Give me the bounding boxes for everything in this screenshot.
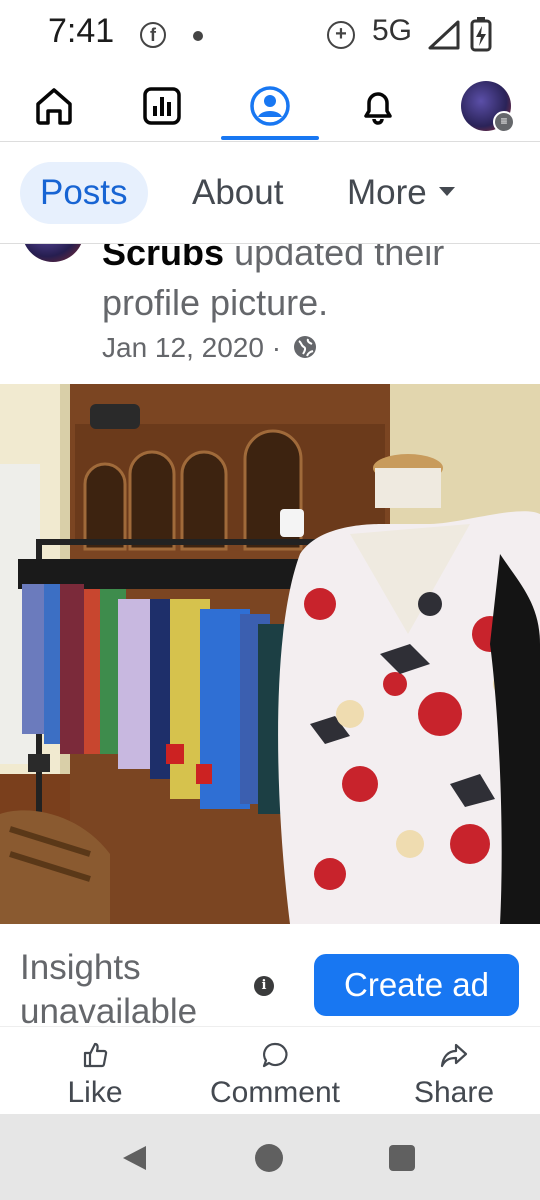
post-author-avatar[interactable] bbox=[22, 244, 84, 262]
home-icon[interactable] bbox=[24, 78, 84, 134]
post-author-name[interactable]: Scrubs bbox=[102, 244, 224, 273]
tab-more-label: More bbox=[347, 173, 427, 212]
home-circle-icon[interactable] bbox=[255, 1144, 283, 1172]
profile-icon[interactable] bbox=[240, 78, 300, 134]
thumbs-up-icon bbox=[83, 1042, 108, 1068]
tab-more[interactable]: More bbox=[327, 162, 475, 224]
menu-badge-icon: ≡ bbox=[493, 111, 515, 133]
account-avatar[interactable]: ≡ bbox=[456, 78, 516, 134]
network-type: 5G bbox=[372, 14, 413, 47]
caret-down-icon bbox=[438, 187, 455, 197]
share-arrow-icon bbox=[440, 1043, 468, 1068]
profile-tabs: Posts About More bbox=[0, 142, 540, 244]
comment-button[interactable]: Comment bbox=[200, 1041, 350, 1110]
post-actions: Like Comment Share bbox=[0, 1026, 540, 1114]
status-time: 7:41 bbox=[48, 12, 115, 50]
insights-bar: Insights unavailable i Create ad bbox=[0, 924, 540, 1026]
comment-bubble-icon bbox=[262, 1042, 288, 1068]
info-icon[interactable]: i bbox=[254, 976, 274, 996]
share-label: Share bbox=[413, 1076, 495, 1109]
facebook-notification-icon: f bbox=[140, 22, 166, 48]
data-saver-icon: + bbox=[327, 21, 355, 49]
battery-charging-icon bbox=[470, 17, 492, 52]
insights-status: Insights unavailable bbox=[20, 948, 198, 1026]
post-photo[interactable] bbox=[0, 384, 540, 924]
post-action-text-line2: profile picture. bbox=[102, 282, 329, 323]
back-icon[interactable] bbox=[120, 1144, 148, 1172]
globe-icon bbox=[293, 335, 316, 358]
active-tab-indicator bbox=[221, 136, 319, 140]
recents-square-icon[interactable] bbox=[389, 1145, 415, 1171]
post-header: Scrubs updated their profile picture. Ja… bbox=[0, 244, 540, 384]
post-title: Scrubs updated their bbox=[102, 244, 444, 276]
bell-icon[interactable] bbox=[348, 78, 408, 134]
tab-about[interactable]: About bbox=[172, 162, 303, 224]
tab-posts[interactable]: Posts bbox=[20, 162, 148, 224]
like-button[interactable]: Like bbox=[60, 1041, 130, 1110]
status-bar: 7:41 f + 5G bbox=[0, 0, 540, 70]
notification-dot-icon bbox=[193, 31, 203, 41]
stats-icon[interactable] bbox=[132, 78, 192, 134]
post-date-row: Jan 12, 2020 · bbox=[102, 330, 317, 366]
avatar: ≡ bbox=[461, 81, 515, 133]
top-nav: ≡ bbox=[0, 70, 540, 142]
android-nav-bar bbox=[0, 1114, 540, 1200]
scrubs-rack-photo bbox=[0, 384, 540, 924]
share-button[interactable]: Share bbox=[408, 1041, 500, 1110]
comment-label: Comment bbox=[209, 1076, 341, 1109]
signal-icon bbox=[428, 20, 460, 50]
like-label: Like bbox=[67, 1076, 123, 1109]
create-ad-button[interactable]: Create ad bbox=[314, 954, 519, 1016]
post-action-text: updated their bbox=[234, 244, 445, 273]
post-date[interactable]: Jan 12, 2020 · bbox=[102, 332, 281, 363]
